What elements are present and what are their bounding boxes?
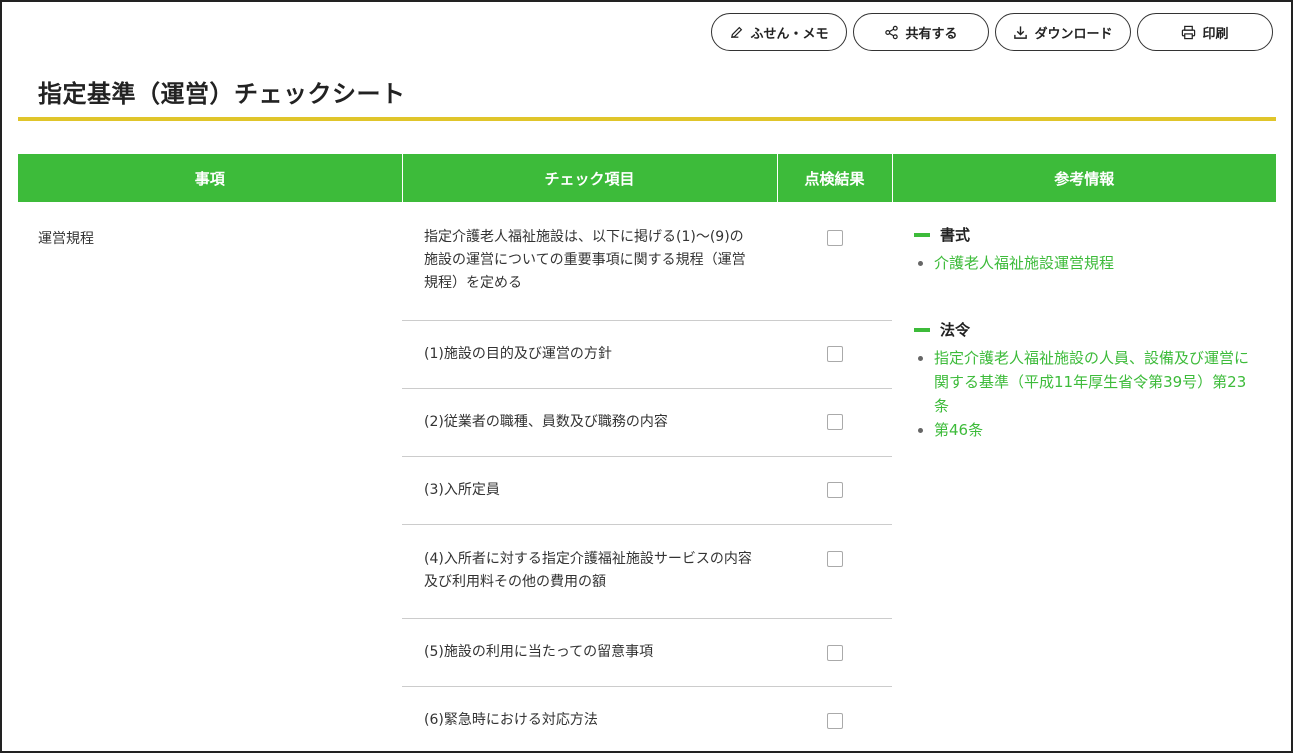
download-label: ダウンロード [1034, 25, 1113, 41]
result-cell [777, 524, 892, 619]
download-icon [1014, 25, 1028, 39]
share-button[interactable]: 共有する [853, 13, 989, 51]
result-checkbox[interactable] [826, 230, 843, 246]
result-cell [777, 456, 892, 525]
check-item: (3)入所定員 [402, 456, 777, 525]
result-checkbox[interactable] [826, 413, 843, 430]
heading-bar [914, 232, 930, 237]
reference-link-list: 指定介護老人福祉施設の人員、設備及び運営に関する基準（平成11年厚生省令第39号… [914, 346, 1258, 442]
check-item: (5)施設の利用に当たっての留意事項 [402, 618, 777, 687]
reference-link[interactable]: 第46条 [914, 418, 1258, 442]
printer-icon [1182, 25, 1196, 39]
check-item-text: (3)入所定員 [424, 481, 500, 498]
result-cell [777, 202, 892, 321]
reference-link[interactable]: 指定介護老人福祉施設の人員、設備及び運営に関する基準（平成11年厚生省令第39号… [914, 346, 1258, 418]
check-item: (6)緊急時における対応方法 [402, 686, 777, 751]
share-icon [885, 25, 899, 39]
memo-label: ふせん・メモ [750, 25, 829, 41]
heading-bar [914, 327, 930, 332]
page-title: 指定基準（運営）チェックシート [38, 80, 406, 108]
check-item: (2)従業者の職種、員数及び職務の内容 [402, 388, 777, 457]
print-button[interactable]: 印刷 [1137, 13, 1273, 51]
check-item: (4)入所者に対する指定介護福祉施設サービスの内容及び利用料その他の費用の額 [402, 524, 777, 619]
reference-heading-label: 法令 [940, 321, 971, 339]
result-checkbox[interactable] [826, 644, 843, 661]
column-header-reference: 参考情報 [891, 154, 1276, 202]
result-cell [777, 686, 892, 751]
reference-section-format: 書式 介護老人福祉施設運営規程 [914, 224, 1258, 275]
check-item-text: 指定介護老人福祉施設は、以下に掲げる(1)〜(9)の施設の運営についての重要事項… [424, 229, 746, 291]
check-item-text: (5)施設の利用に当たっての留意事項 [424, 643, 654, 660]
check-item-text: (2)従業者の職種、員数及び職務の内容 [424, 413, 668, 430]
result-cell [777, 320, 892, 389]
table-row: 運営規程 指定介護老人福祉施設は、以下に掲げる(1)〜(9)の施設の運営について… [18, 202, 1276, 439]
check-item: (1)施設の目的及び運営の方針 [402, 320, 777, 389]
check-item-text: (6)緊急時における対応方法 [424, 711, 598, 728]
table-header-row: 事項 チェック項目 点検結果 参考情報 [18, 154, 1276, 202]
result-checkbox[interactable] [826, 481, 843, 498]
reference-section-law: 法令 指定介護老人福祉施設の人員、設備及び運営に関する基準（平成11年厚生省令第… [914, 319, 1258, 442]
reference-heading: 法令 [914, 319, 1258, 340]
title-underline [18, 117, 1276, 121]
reference-cell: 書式 介護老人福祉施設運営規程 法令 指定介護老人福祉施設の人員、設備及び運営に… [892, 202, 1276, 751]
result-checkbox[interactable] [826, 345, 843, 362]
reference-link-list: 介護老人福祉施設運営規程 [914, 251, 1258, 275]
page-frame: ふせん・メモ 共有する ダウンロード 印刷 指定基準（運営）チェックシート 事項… [0, 0, 1293, 753]
check-item: 指定介護老人福祉施設は、以下に掲げる(1)〜(9)の施設の運営についての重要事項… [402, 202, 777, 321]
column-header-check-item: チェック項目 [401, 154, 777, 202]
reference-link[interactable]: 介護老人福祉施設運営規程 [914, 251, 1258, 275]
print-label: 印刷 [1202, 25, 1229, 41]
pencil-icon [731, 26, 743, 38]
check-item-text: (1)施設の目的及び運営の方針 [424, 345, 612, 362]
result-cell [777, 388, 892, 457]
column-header-jiko: 事項 [18, 154, 402, 202]
result-cell [777, 618, 892, 687]
toolbar: ふせん・メモ 共有する ダウンロード 印刷 [711, 13, 1273, 51]
reference-heading-label: 書式 [940, 226, 971, 244]
result-checkbox[interactable] [826, 550, 843, 567]
share-label: 共有する [905, 25, 958, 41]
memo-button[interactable]: ふせん・メモ [711, 13, 847, 51]
download-button[interactable]: ダウンロード [995, 13, 1131, 51]
jiko-cell: 運営規程 [38, 231, 94, 247]
reference-heading: 書式 [914, 224, 1258, 245]
result-checkbox[interactable] [826, 712, 843, 729]
check-item-text: (4)入所者に対する指定介護福祉施設サービスの内容及び利用料その他の費用の額 [424, 551, 752, 590]
column-header-result: 点検結果 [776, 154, 892, 202]
check-sheet-table: 事項 チェック項目 点検結果 参考情報 運営規程 指定介護老人福祉施設は、以下に… [18, 154, 1276, 751]
